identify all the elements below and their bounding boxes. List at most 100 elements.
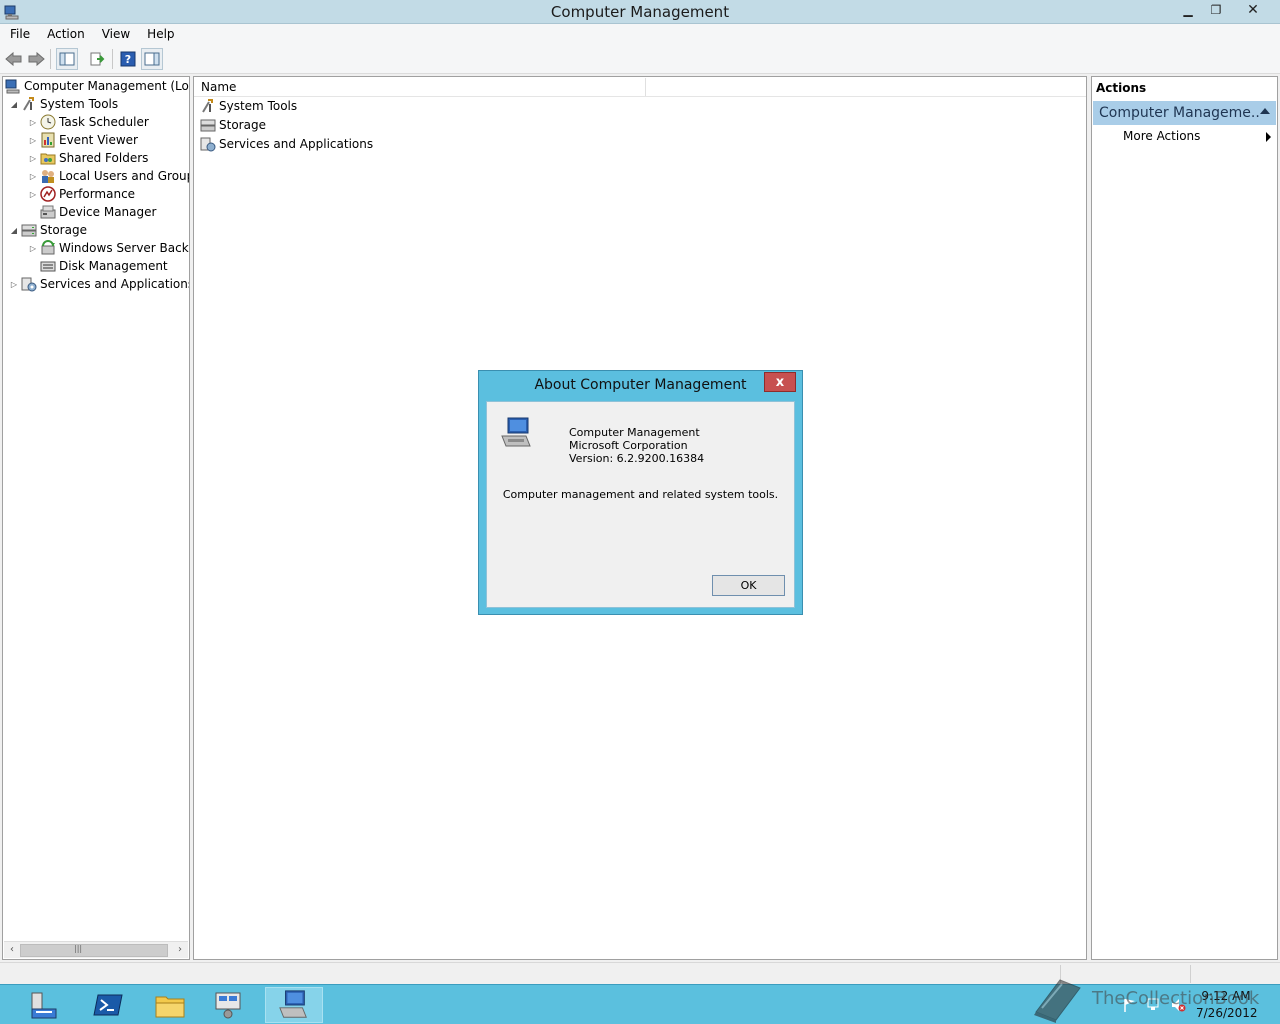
back-arrow-icon xyxy=(5,51,22,67)
scroll-left-icon[interactable]: ‹ xyxy=(5,943,19,957)
dialog-close-button[interactable]: x xyxy=(764,372,796,392)
tree-item-label: Storage xyxy=(40,223,87,237)
action-pane-icon xyxy=(144,52,160,66)
taskbar-file-explorer[interactable] xyxy=(144,987,196,1023)
scrollbar-grip-icon: ||| xyxy=(74,944,83,953)
ok-button[interactable]: OK xyxy=(712,575,785,596)
taskbar-computer-management[interactable] xyxy=(265,987,323,1023)
tree-item-label: Disk Management xyxy=(59,259,168,273)
actions-title: Actions xyxy=(1096,81,1147,95)
event-viewer-icon xyxy=(40,132,56,148)
tree-item-disk-management[interactable]: Disk Management xyxy=(28,257,168,275)
tree-item-label: System Tools xyxy=(40,97,119,111)
column-header-label: Name xyxy=(201,80,237,94)
minimize-button[interactable]: ▁ xyxy=(1174,0,1202,20)
help-icon: ? xyxy=(120,51,136,67)
actions-group-header[interactable]: Computer Manageme... xyxy=(1093,101,1276,125)
back-button[interactable] xyxy=(3,48,25,70)
tree-item-task-scheduler[interactable]: ▷ Task Scheduler xyxy=(28,113,149,131)
services-icon xyxy=(21,276,37,292)
column-header-name[interactable]: Name xyxy=(194,77,1086,97)
collapsed-arrow-icon[interactable]: ▷ xyxy=(28,244,38,253)
tree-item-label: Windows Server Backup xyxy=(59,241,190,255)
collapsed-arrow-icon[interactable]: ▷ xyxy=(28,118,38,127)
submenu-arrow-icon xyxy=(1266,132,1271,142)
shared-folder-icon xyxy=(40,150,56,166)
dialog-version: Version: 6.2.9200.16384 xyxy=(569,452,705,465)
expanded-arrow-icon[interactable]: ◢ xyxy=(9,100,19,109)
tree-item-label: Computer Management (Local xyxy=(24,79,190,93)
more-actions-item[interactable]: More Actions xyxy=(1123,129,1200,143)
tree-item-label: Task Scheduler xyxy=(59,115,149,129)
forward-arrow-icon xyxy=(28,51,45,67)
forward-button[interactable] xyxy=(25,48,47,70)
tree-item-storage[interactable]: ◢ Storage xyxy=(9,221,87,239)
scrollbar-thumb[interactable] xyxy=(20,944,168,957)
about-dialog: About Computer Management x Computer Man… xyxy=(478,370,803,615)
help-button[interactable]: ? xyxy=(117,48,139,70)
tree-item-root[interactable]: Computer Management (Local xyxy=(5,77,190,95)
storage-icon xyxy=(21,222,37,238)
list-item-label: Storage xyxy=(219,118,266,132)
restore-button[interactable]: ❐ xyxy=(1202,0,1230,20)
disk-management-icon xyxy=(40,258,56,274)
backup-icon xyxy=(40,240,56,256)
tools-icon xyxy=(200,98,216,114)
users-icon xyxy=(40,168,56,184)
folder-icon xyxy=(155,996,185,1018)
export-icon xyxy=(90,52,105,66)
tree-item-label: Local Users and Groups xyxy=(59,169,190,183)
book-icon xyxy=(1034,979,1081,1023)
menu-action[interactable]: Action xyxy=(37,24,92,44)
export-list-button[interactable] xyxy=(86,48,108,70)
tree-item-label: Performance xyxy=(59,187,136,201)
tree-item-local-users-and-groups[interactable]: ▷ Local Users and Groups xyxy=(28,167,190,185)
scroll-right-icon[interactable]: › xyxy=(173,943,187,957)
tools-icon xyxy=(21,96,37,112)
toolbar: ? xyxy=(0,44,1280,74)
console-tree: Computer Management (Local ◢ System Tool… xyxy=(2,76,190,960)
list-item[interactable]: System Tools xyxy=(200,97,297,115)
device-manager-icon xyxy=(40,204,56,220)
network-icon xyxy=(215,992,241,1019)
list-item[interactable]: Storage xyxy=(200,116,266,134)
menu-file[interactable]: File xyxy=(0,24,37,44)
list-item-label: System Tools xyxy=(219,99,298,113)
collapsed-arrow-icon[interactable]: ▷ xyxy=(28,190,38,199)
menu-help[interactable]: Help xyxy=(137,24,181,44)
tree-item-windows-server-backup[interactable]: ▷ Windows Server Backup xyxy=(28,239,190,257)
watermark-text: TheCollectionBook xyxy=(1092,988,1260,1009)
actions-pane: Actions Computer Manageme... More Action… xyxy=(1091,76,1278,960)
tree-item-performance[interactable]: ▷ Performance xyxy=(28,185,135,203)
collapsed-arrow-icon[interactable]: ▷ xyxy=(28,136,38,145)
dialog-body: Computer Management Microsoft Corporatio… xyxy=(486,401,795,608)
tree-item-label: Shared Folders xyxy=(59,151,149,165)
tree-item-event-viewer[interactable]: ▷ Event Viewer xyxy=(28,131,138,149)
dialog-company: Microsoft Corporation xyxy=(569,439,688,452)
tree-item-device-manager[interactable]: Device Manager xyxy=(28,203,156,221)
menu-view[interactable]: View xyxy=(92,24,137,44)
list-item[interactable]: Services and Applications xyxy=(200,135,373,153)
collapsed-arrow-icon[interactable]: ▷ xyxy=(28,172,38,181)
close-button[interactable]: ✕ xyxy=(1230,0,1276,20)
taskbar-server-manager[interactable] xyxy=(18,987,70,1023)
dialog-description: Computer management and related system t… xyxy=(502,488,779,501)
taskbar-network-config[interactable] xyxy=(202,987,254,1023)
tree-item-system-tools[interactable]: ◢ System Tools xyxy=(9,95,118,113)
collapsed-arrow-icon[interactable]: ▷ xyxy=(9,280,19,289)
clock-icon xyxy=(40,114,56,130)
storage-icon xyxy=(200,117,216,133)
tree-horizontal-scrollbar[interactable]: ‹ ||| › xyxy=(4,941,188,958)
console-tree-icon xyxy=(59,52,75,66)
show-hide-action-pane-button[interactable] xyxy=(141,48,163,70)
collapsed-arrow-icon[interactable]: ▷ xyxy=(28,154,38,163)
show-hide-console-tree-button[interactable] xyxy=(56,48,78,70)
taskbar-powershell[interactable] xyxy=(82,987,134,1023)
expanded-arrow-icon[interactable]: ◢ xyxy=(9,226,19,235)
tree-item-shared-folders[interactable]: ▷ Shared Folders xyxy=(28,149,148,167)
title-bar: Computer Management ▁ ❐ ✕ xyxy=(0,0,1280,24)
tree-item-services-and-applications[interactable]: ▷ Services and Applications xyxy=(9,275,189,293)
collapse-up-icon[interactable] xyxy=(1260,108,1270,114)
performance-icon xyxy=(40,186,56,202)
actions-group-label: Computer Manageme... xyxy=(1099,105,1259,121)
